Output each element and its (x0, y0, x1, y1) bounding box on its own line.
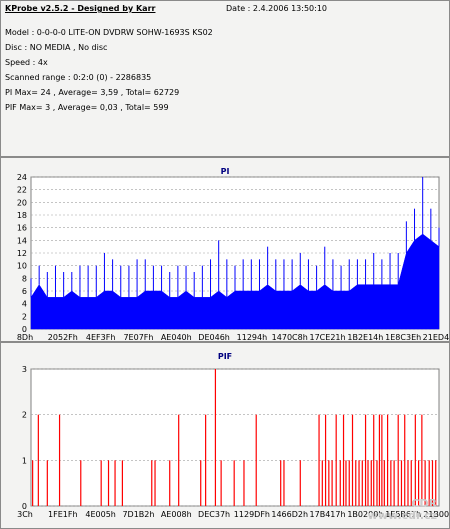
watermark: CDR www.cdr.cz (368, 498, 437, 522)
pi-y-tick-label: 10 (17, 262, 27, 271)
pif-chart-panel: PIF 0 1 2 3 3Ch 1FE1Fh 4E005h 7D1B2h AE008h DEC37… (0, 342, 450, 529)
watermark-url: www.cdr.cz (367, 509, 437, 522)
pi-y-tick-label: 8 (22, 274, 27, 283)
pif-y-tick-label: 3 (22, 365, 27, 374)
pif-y-tick-label: 2 (22, 411, 27, 420)
pi-y-tick-label: 18 (17, 211, 27, 220)
pi-x-tick-label: 1E8C3Eh (385, 333, 421, 341)
pi-x-tick-label: 21ED49h (423, 333, 449, 341)
pi-y-tick-label: 24 (17, 173, 27, 182)
disc-info: Disc : NO MEDIA , No disc (5, 43, 108, 52)
scan-date: Date : 2.4.2006 13:50:10 (226, 4, 327, 13)
scanned-range: Scanned range : 0:2:0 (0) - 2286835 (5, 73, 152, 82)
pi-y-tick-label: 2 (22, 312, 27, 321)
scan-speed: Speed : 4x (5, 58, 48, 67)
pi-y-tick-label: 4 (22, 300, 27, 309)
pif-x-tick-label: AE008h (161, 510, 192, 519)
pi-x-tick-label: 1B2E14h (347, 333, 383, 341)
pi-y-tick-label: 14 (17, 236, 27, 245)
pif-summary: PIF Max= 3 , Average= 0,03 , Total= 599 (5, 103, 169, 112)
pi-y-tick-label: 6 (22, 287, 27, 296)
app-title: KProbe v2.5.2 - Designed by Karr (5, 4, 156, 13)
pi-summary: PI Max= 24 , Average= 3,59 , Total= 6272… (5, 88, 180, 97)
pif-x-tick-label: 17B417h (310, 510, 346, 519)
pi-x-tick-label: 7E07Fh (123, 333, 153, 341)
pi-x-tick-label: 4EF3Fh (86, 333, 116, 341)
pi-x-tick-label: 11294h (237, 333, 268, 341)
drive-model: Model : 0-0-0-0 LITE-ON DVDRW SOHW-1693S… (5, 28, 213, 37)
pi-y-tick-label: 20 (17, 198, 27, 207)
pi-x-tick-label: DE046h (198, 333, 230, 341)
pif-x-tick-label: DEC37h (198, 510, 230, 519)
info-panel: KProbe v2.5.2 - Designed by Karr Date : … (0, 0, 450, 157)
pif-y-tick-label: 1 (22, 456, 27, 465)
pi-x-tick-label: 17CE21h (310, 333, 346, 341)
pi-chart: 0246810121416182022248Dh 2052Fh 4EF3Fh 7E07… (17, 173, 449, 341)
pif-x-tick-label: 4E005h (85, 510, 115, 519)
pi-y-tick-label: 22 (17, 186, 27, 195)
pi-x-tick-label: 2052Fh (48, 333, 78, 341)
pif-x-tick-label: 1466D2h (271, 510, 308, 519)
pif-x-tick-label: 7D1B2h (122, 510, 154, 519)
pi-x-tick-label: AE040h (161, 333, 192, 341)
pi-y-tick-label: 16 (17, 224, 27, 233)
pi-y-tick-label: 12 (17, 249, 27, 258)
pi-x-tick-label: 8Dh (17, 333, 33, 341)
pif-x-tick-label: 3Ch (17, 510, 33, 519)
pi-x-tick-label: 1470C8h (272, 333, 308, 341)
pi-chart-panel: PI 0 2 4 6 8 10 12 14 16 18 20 22 24 8Dh 2052Fh 4EF3Fh 7… (0, 157, 450, 342)
pif-plot-area (30, 368, 440, 507)
pif-x-tick-label: 1FE1Fh (48, 510, 78, 519)
pif-x-tick-label: 1129DFh (234, 510, 270, 519)
